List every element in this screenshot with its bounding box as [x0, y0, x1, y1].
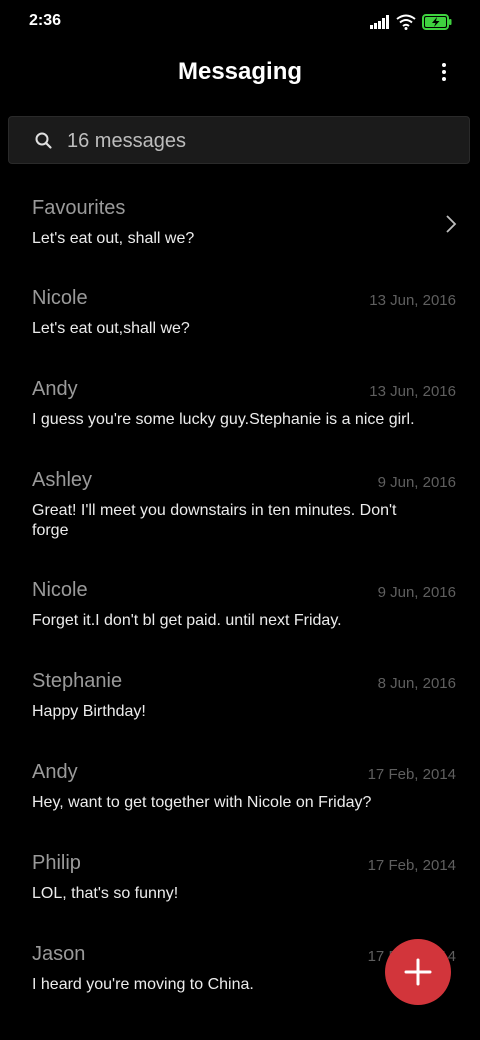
- plus-icon: [404, 958, 432, 986]
- contact-name: Nicole: [32, 287, 88, 309]
- conversation-item[interactable]: Stephanie 8 Jun, 2016 Happy Birthday!: [0, 653, 480, 744]
- contact-name: Andy: [32, 761, 78, 783]
- message-preview: LOL, that's so funny!: [32, 885, 179, 902]
- message-date: 9 Jun, 2016: [377, 474, 456, 491]
- message-preview: Great! I'll meet you downstairs in ten m…: [32, 502, 397, 539]
- search-icon: [35, 132, 52, 149]
- message-preview: Let's eat out, shall we?: [32, 230, 195, 247]
- message-date: 13 Jun, 2016: [369, 383, 456, 400]
- wifi-icon: [396, 14, 416, 30]
- message-preview: Let's eat out,shall we?: [32, 320, 190, 337]
- favourites-item[interactable]: Favourites Let's eat out, shall we?: [0, 180, 480, 270]
- message-date: 8 Jun, 2016: [377, 675, 456, 692]
- message-preview: I guess you're some lucky guy.Stephanie …: [32, 411, 415, 428]
- message-preview: I heard you're moving to China.: [32, 976, 254, 993]
- message-preview: Forget it.I don't bl get paid. until nex…: [32, 612, 342, 629]
- chevron-right-icon: [446, 215, 457, 233]
- contact-name: Ashley: [32, 469, 93, 491]
- app-bar: Messaging: [0, 44, 480, 104]
- conversation-item[interactable]: Andy 17 Feb, 2014 Hey, want to get toget…: [0, 744, 480, 835]
- more-vertical-icon: [442, 63, 446, 81]
- page-title: Messaging: [177, 58, 303, 85]
- status-time: 2:36: [29, 12, 62, 29]
- message-date: 13 Jun, 2016: [369, 292, 456, 309]
- signal-icon: [370, 15, 389, 29]
- contact-name: Philip: [32, 852, 81, 874]
- message-date: 9 Jun, 2016: [377, 584, 456, 601]
- contact-name: Jason: [32, 943, 86, 965]
- status-bar: 2:36: [0, 0, 480, 44]
- more-options-button[interactable]: [434, 58, 454, 86]
- favourites-label: Favourites: [32, 197, 126, 219]
- new-message-button[interactable]: [385, 939, 451, 1005]
- conversation-item[interactable]: Philip 17 Feb, 2014 LOL, that's so funny…: [0, 835, 480, 926]
- contact-name: Nicole: [32, 579, 88, 601]
- search-bar[interactable]: [8, 116, 470, 164]
- message-list: Favourites Let's eat out, shall we? Nico…: [0, 180, 480, 1017]
- message-date: 17 Feb, 2014: [367, 766, 456, 783]
- conversation-item[interactable]: Nicole 9 Jun, 2016 Forget it.I don't bl …: [0, 562, 480, 653]
- conversation-item[interactable]: Ashley 9 Jun, 2016 Great! I'll meet you …: [0, 452, 480, 562]
- contact-name: Andy: [32, 378, 78, 400]
- search-input[interactable]: [67, 127, 447, 155]
- battery-charging-icon: [422, 14, 452, 30]
- message-date: 17 Feb, 2014: [367, 857, 456, 874]
- message-preview: Happy Birthday!: [32, 703, 146, 720]
- conversation-item[interactable]: Andy 13 Jun, 2016 I guess you're some lu…: [0, 361, 480, 452]
- message-preview: Hey, want to get together with Nicole on…: [32, 794, 372, 811]
- contact-name: Stephanie: [32, 670, 123, 692]
- status-icons: [370, 13, 452, 31]
- conversation-item[interactable]: Nicole 13 Jun, 2016 Let's eat out,shall …: [0, 270, 480, 361]
